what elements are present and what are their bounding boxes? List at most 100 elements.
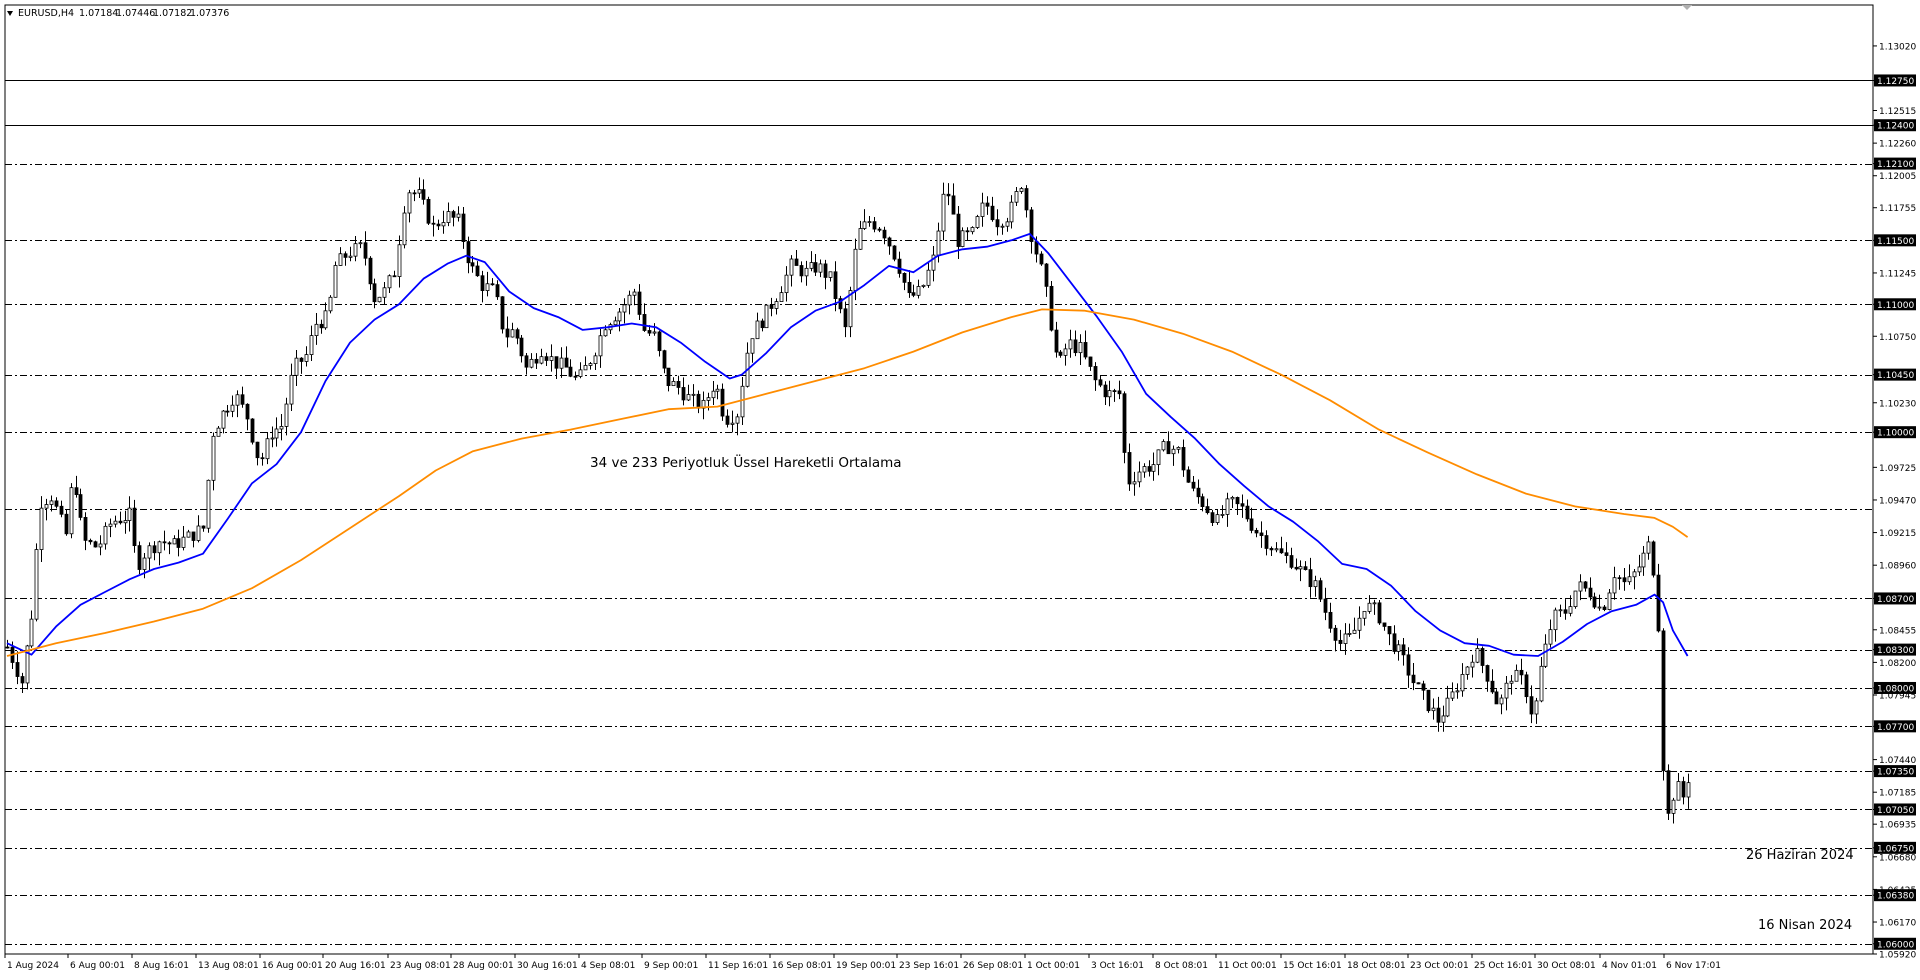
candle-body [1480,648,1485,666]
candle-body [853,248,858,291]
candle-body [1470,661,1475,668]
candle-body [480,275,485,291]
price-label: 1.07350 [1877,768,1914,778]
candle-body [750,338,755,354]
candle-body [1039,253,1044,265]
candle-body [123,520,128,524]
symbol-label: EURUSD,H4 [18,8,74,19]
candle-body [265,438,270,460]
candle-body [1592,596,1597,608]
candle-body [804,267,809,277]
candle-body [652,331,657,334]
candle-body [1406,654,1411,676]
candle [132,499,137,553]
candle-body [1411,674,1416,684]
time-label: 11 Sep 16:01 [708,961,768,971]
candle-body [1509,680,1514,684]
candle [1122,391,1127,464]
candle [64,510,69,536]
candle [333,261,338,298]
candle-body [1543,643,1548,667]
candle-body [818,263,823,273]
candle-body [1441,715,1446,723]
time-label: 23 Sep 16:01 [899,961,959,971]
price-label: 1.11000 [1877,301,1914,311]
candle-body [431,222,436,225]
candle-body [603,329,608,337]
candle-body [1622,577,1627,583]
chart-root[interactable]: 1.13020 1.12750 1.12515 1.12400 1.12260 1.121… [0,0,1920,976]
price-chart[interactable]: 1.13020 1.12750 1.12515 1.12400 1.12260 1.121… [0,0,1920,976]
candle-body [657,331,662,352]
candle-body [794,258,799,266]
candle-body [167,542,172,545]
candle-body [1093,366,1098,381]
candle-body [632,291,637,296]
price-label: 1.08960 [1879,562,1916,572]
candle-body [98,543,103,548]
price-label: 1.07945 [1879,692,1916,702]
time-label: 15 Oct 16:01 [1283,961,1342,971]
candle-body [1151,464,1156,472]
candle-body [157,541,162,554]
candle-body [1034,241,1039,255]
time-label: 30 Oct 08:01 [1537,961,1596,971]
candle [720,383,725,421]
candle [1666,764,1671,820]
price-label: 1.10230 [1879,399,1916,409]
candle-body [29,618,34,647]
candle-body [647,330,652,334]
candle-body [279,426,284,430]
candle-body [1539,665,1544,702]
time-label: 1 Oct 00:01 [1027,961,1080,971]
candle-body [142,557,147,570]
candle-body [1485,665,1490,682]
price-label: 1.10000 [1877,429,1914,439]
time-label: 25 Oct 16:01 [1474,961,1533,971]
candle-body [696,393,701,409]
candle-body [1343,633,1348,644]
candle-body [564,357,569,368]
candle-body [78,494,83,518]
price-label: 1.06680 [1879,853,1916,863]
candle-body [451,211,456,218]
candle-body [583,365,588,371]
candle-body [539,356,544,364]
candle-body [152,545,157,554]
candle-body [191,531,196,541]
candle-body [1666,770,1671,814]
candle-body [1249,518,1254,531]
candle-body [907,281,912,294]
candle-body [1191,481,1196,489]
candle-body [417,189,422,194]
candle-body [1259,532,1264,536]
candle-body [779,292,784,302]
candle-body [1504,682,1509,699]
candle [1049,281,1054,332]
candle-body [951,195,956,215]
candle-body [172,538,177,545]
candle-body [201,525,206,529]
chart-background [0,0,1920,976]
candle-body [1313,580,1318,588]
candle-body [216,427,221,437]
candle-body [740,385,745,418]
candle-body [789,258,794,276]
candle-body [59,505,64,515]
candle-body [1558,609,1563,612]
candle-body [681,387,686,401]
candle-body [1426,689,1431,712]
candle-body [436,223,441,227]
candle-body [1284,552,1289,556]
candle-body [1215,514,1220,523]
candle-body [495,284,500,298]
price-label: 1.05920 [1879,951,1916,961]
candle-body [990,205,995,221]
candle-body [348,255,353,258]
candle-body [1000,225,1005,228]
candle-body [588,363,593,366]
candle-body [1019,188,1024,192]
time-label: 6 Nov 17:01 [1666,961,1721,971]
time-label: 4 Sep 08:01 [581,961,635,971]
candle-body [642,314,647,331]
